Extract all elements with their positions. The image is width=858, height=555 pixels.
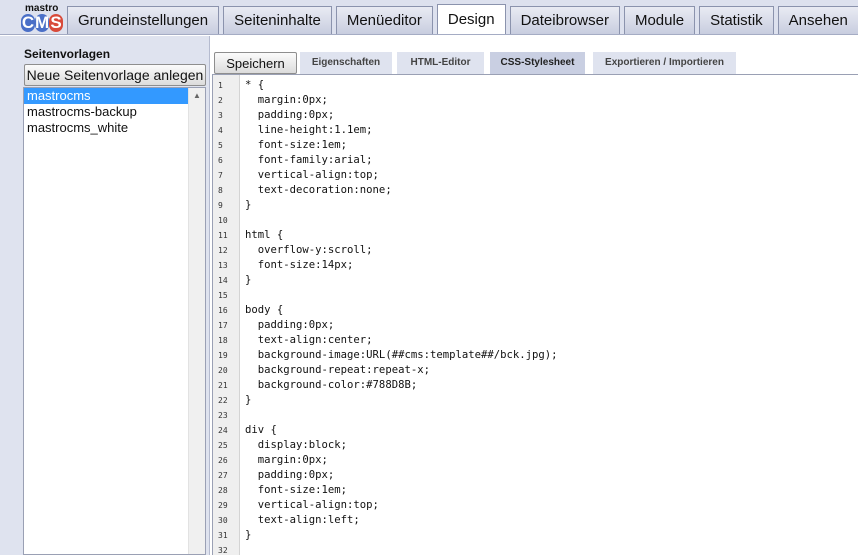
sidebar-title: Seitenvorlagen: [24, 47, 111, 61]
code-line: }: [245, 274, 252, 286]
template-item-mastrocms[interactable]: mastrocms: [24, 88, 188, 104]
code-line: div {: [245, 424, 277, 436]
line-number: 28: [218, 486, 228, 495]
code-line: font-size:14px;: [245, 259, 354, 271]
tab-grundeinstellungen[interactable]: Grundeinstellungen: [67, 6, 220, 34]
line-number: 10: [218, 216, 228, 225]
line-number: 20: [218, 366, 228, 375]
line-number: 21: [218, 381, 228, 390]
code-line: font-size:1em;: [245, 484, 348, 496]
code-line: background-color:#788D8B;: [245, 379, 418, 391]
code-line: vertical-align:top;: [245, 169, 379, 181]
tab-dateibrowser[interactable]: Dateibrowser: [509, 6, 620, 34]
subtab-css-stylesheet[interactable]: CSS-Stylesheet: [490, 52, 585, 74]
line-number: 16: [218, 306, 228, 315]
code-line: text-decoration:none;: [245, 184, 392, 196]
code-line: padding:0px;: [245, 109, 335, 121]
line-number: 23: [218, 411, 228, 420]
code-line: display:block;: [245, 439, 348, 451]
template-sidebar: Seitenvorlagen Neue Seitenvorlage anlege…: [0, 36, 210, 555]
tab-module[interactable]: Module: [623, 6, 696, 34]
logo-letter-s: S: [49, 13, 63, 32]
new-template-button[interactable]: Neue Seitenvorlage anlegen: [24, 64, 206, 86]
tab-ansehen[interactable]: Ansehen: [777, 6, 858, 34]
tab-design[interactable]: Design: [436, 4, 506, 34]
line-number: 17: [218, 321, 228, 330]
code-line: margin:0px;: [245, 454, 328, 466]
line-number: 4: [218, 126, 223, 135]
code-line: padding:0px;: [245, 469, 335, 481]
tab-menueeditor[interactable]: Menüeditor: [335, 6, 433, 34]
code-line: text-align:center;: [245, 334, 373, 346]
code-line: text-align:left;: [245, 514, 360, 526]
subtab-eigenschaften[interactable]: Eigenschaften: [300, 52, 392, 74]
logo-letter-m: M: [35, 13, 50, 32]
code-line: overflow-y:scroll;: [245, 244, 373, 256]
template-item-mastrocms-white[interactable]: mastrocms_white: [24, 120, 188, 136]
template-list-scrollbar[interactable]: ▲: [188, 88, 205, 554]
tab-seiteninhalte[interactable]: Seiteninhalte: [223, 6, 332, 34]
line-number: 1: [218, 81, 223, 90]
logo-letter-c: C: [21, 13, 35, 32]
line-number: 12: [218, 246, 228, 255]
code-line: * {: [245, 79, 265, 91]
subtab-exportieren-importieren[interactable]: Exportieren / Importieren: [593, 52, 736, 74]
line-number: 3: [218, 111, 223, 120]
line-number: 6: [218, 156, 223, 165]
line-number: 19: [218, 351, 228, 360]
line-number: 7: [218, 171, 223, 180]
top-navigation-bar: mastro C M S Grundeinstellungen Seitenin…: [0, 0, 858, 35]
line-number: 11: [218, 231, 228, 240]
code-line: margin:0px;: [245, 94, 328, 106]
code-line: }: [245, 529, 252, 541]
code-line: background-repeat:repeat-x;: [245, 364, 430, 376]
subtab-html-editor[interactable]: HTML-Editor: [397, 52, 484, 74]
line-number: 30: [218, 516, 228, 525]
line-number: 5: [218, 141, 223, 150]
line-number: 9: [218, 201, 223, 210]
editor-toolbar: Speichern Eigenschaften HTML-Editor CSS-…: [211, 46, 858, 74]
line-number: 32: [218, 546, 228, 555]
code-line: }: [245, 199, 252, 211]
line-number: 31: [218, 531, 228, 540]
main-tabs: Grundeinstellungen Seiteninhalte Menüedi…: [67, 4, 858, 34]
line-number: 27: [218, 471, 228, 480]
line-number: 18: [218, 336, 228, 345]
line-number: 24: [218, 426, 228, 435]
line-number: 15: [218, 291, 228, 300]
line-number: 26: [218, 456, 228, 465]
code-line: background-image:URL(##cms:template##/bc…: [245, 349, 558, 361]
scroll-up-icon[interactable]: ▲: [189, 89, 205, 103]
code-line: padding:0px;: [245, 319, 335, 331]
tab-statistik[interactable]: Statistik: [699, 6, 774, 34]
code-line: html {: [245, 229, 284, 241]
line-number: 25: [218, 441, 228, 450]
line-number: 13: [218, 261, 228, 270]
line-number: 2: [218, 96, 223, 105]
template-list[interactable]: mastrocms mastrocms-backup mastrocms_whi…: [23, 87, 206, 555]
template-item-mastrocms-backup[interactable]: mastrocms-backup: [24, 104, 188, 120]
code-line: line-height:1.1em;: [245, 124, 373, 136]
line-number: 22: [218, 396, 228, 405]
line-number: 14: [218, 276, 228, 285]
code-line: }: [245, 394, 252, 406]
mastro-cms-logo: mastro C M S: [20, 3, 66, 34]
line-number: 29: [218, 501, 228, 510]
code-line: font-size:1em;: [245, 139, 348, 151]
css-code-editor[interactable]: 1 2 3 4 5 6 7 8 9 10 11 12 13 14 15 16 17 18 19 20 21 22 23 24 2…: [212, 74, 858, 555]
line-number-gutter: 1 2 3 4 5 6 7 8 9 10 11 12 13 14 15 16 17 18 19 20 21 22 23 24 2…: [213, 75, 240, 555]
code-line: vertical-align:top;: [245, 499, 379, 511]
code-line: font-family:arial;: [245, 154, 373, 166]
line-number: 8: [218, 186, 223, 195]
code-line: body {: [245, 304, 284, 316]
save-button[interactable]: Speichern: [214, 52, 297, 74]
